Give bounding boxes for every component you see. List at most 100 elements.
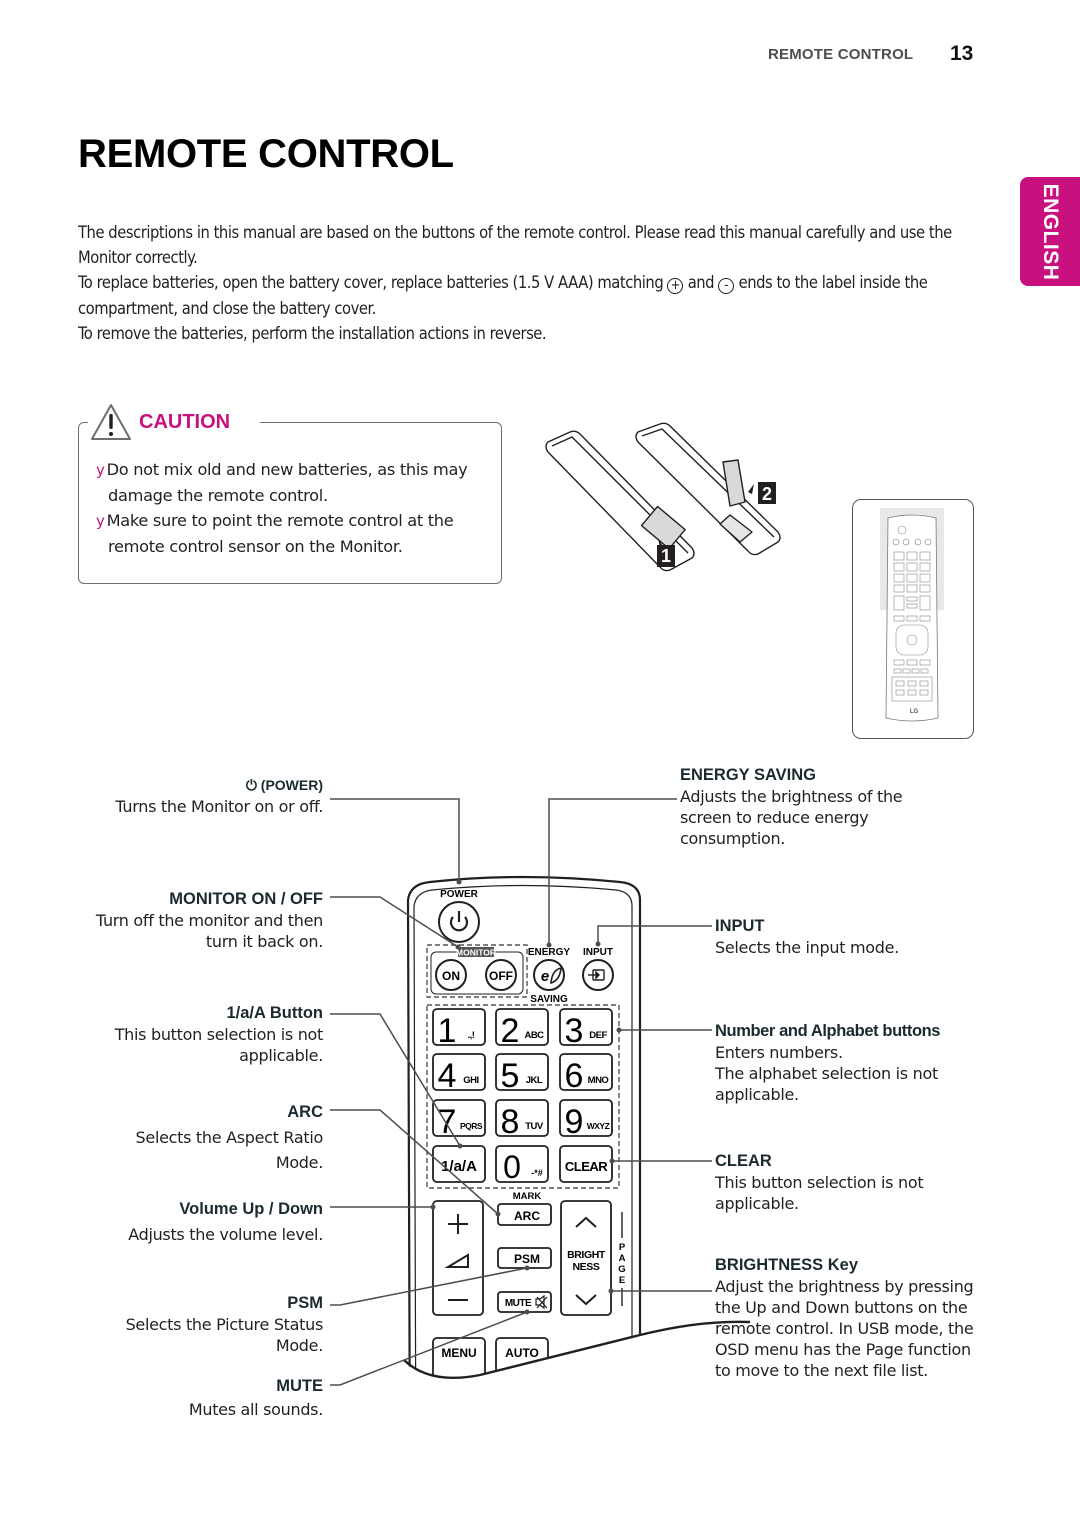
callout-title: Volume Up / Down <box>179 1200 323 1218</box>
clear-button-label: CLEAR <box>565 1159 608 1174</box>
battery-replacement-illustration: 1 2 <box>545 422 781 572</box>
key-digit: 9 <box>565 1103 584 1141</box>
callout-monitor-on-off: MONITOR ON / OFF Turn off the monitor an… <box>73 889 323 952</box>
step-badge-1: 1 <box>657 545 675 567</box>
callout-desc: Mutes all sounds. <box>188 1400 323 1419</box>
page-label-letter: P <box>619 1242 626 1253</box>
lg-logo: LG <box>910 709 919 715</box>
monitor-on-label: ON <box>442 969 460 983</box>
callout-desc: Adjust the brightness by pressing the Up… <box>715 1277 974 1380</box>
energy-saving-sub-label: SAVING <box>530 994 568 1005</box>
key-digit: 1 <box>438 1012 457 1050</box>
caution-item: y Do not mix old and new batteries, as th… <box>96 457 496 508</box>
caution-list: y Do not mix old and new batteries, as th… <box>96 457 496 559</box>
callout-desc: Enters numbers. <box>715 1043 843 1062</box>
key-letters: .,! <box>468 1030 475 1041</box>
remote-control-diagram: POWER MONITOR ON OFF ENERGY e SAVING INP… <box>330 798 750 1386</box>
key-digit: 4 <box>438 1057 457 1095</box>
auto-button-label: AUTO <box>505 1346 539 1360</box>
running-header-title: REMOTE CONTROL <box>768 46 914 63</box>
bullet-icon: y <box>96 461 105 479</box>
key-letters: WXYZ <box>587 1121 610 1131</box>
input-button-label: INPUT <box>583 947 613 958</box>
intro-paragraph-1: The descriptions in this manual are base… <box>78 223 952 268</box>
caution-label: CAUTION <box>139 411 231 433</box>
callout-volume: Volume Up / Down Adjusts the volume leve… <box>73 1197 323 1247</box>
intro-paragraph-3: To remove the batteries, perform the ins… <box>78 323 547 343</box>
callout-title: INPUT <box>715 917 765 935</box>
key-digit: 3 <box>565 1012 584 1050</box>
psm-button-label: PSM <box>514 1252 540 1266</box>
callout-desc: Turns the Monitor on or off. <box>115 797 323 816</box>
language-tab: ENGLISH <box>1020 177 1080 286</box>
mute-button-label: MUTE <box>505 1298 532 1309</box>
callout-mute: MUTE Mutes all sounds. <box>73 1375 323 1421</box>
intro-paragraph-2: To replace batteries, open the battery c… <box>78 270 968 320</box>
callout-desc: Adjusts the volume level. <box>128 1225 323 1244</box>
minus-terminal-icon: - <box>718 278 735 295</box>
mark-label: MARK <box>513 1191 542 1202</box>
intro-p2-mid: and <box>683 273 719 293</box>
callout-title: 1/a/A Button <box>226 1004 323 1022</box>
key-letters: GHI <box>463 1075 478 1086</box>
power-icon: ⏻ <box>245 777 257 793</box>
callout-title: MUTE <box>276 1377 323 1395</box>
number-keypad: 1.,! 2 ABC 3 DEF4 GHI 5 JKL 6 MNO7 PQRS 8 TUV 9 WXYZ <box>432 1008 613 1141</box>
callout-desc: Turn off the monitor and then turn it ba… <box>95 911 323 951</box>
power-button-label: POWER <box>440 889 479 900</box>
callout-desc: Selects the Picture Status Mode. <box>125 1315 324 1355</box>
callout-1aA: 1/a/A Button This button selection is no… <box>73 1003 324 1066</box>
menu-button-label: MENU <box>441 1346 476 1360</box>
key-letters: ABC <box>524 1030 544 1041</box>
monitor-group-label: MONITOR <box>456 948 496 958</box>
callout-desc: Selects the input mode. <box>715 938 899 957</box>
callout-brightness: BRIGHTNESS Key Adjust the brightness by … <box>715 1255 985 1381</box>
key-digit: 5 <box>501 1057 520 1095</box>
intro-text: The descriptions in this manual are base… <box>78 220 968 346</box>
key-0-letters: -*# <box>531 1168 543 1178</box>
step-2-label: 2 <box>762 484 772 504</box>
callout-number-alphabet: Number and Alphabet buttons Enters numbe… <box>715 1021 980 1105</box>
key-letters: MNO <box>588 1075 609 1086</box>
callout-desc: The alphabet selection is not applicable… <box>715 1064 938 1104</box>
callout-desc: Selects the Aspect Ratio Mode. <box>135 1128 324 1172</box>
callout-title: ARC <box>287 1103 323 1121</box>
callout-power: ⏻ (POWER) Turns the Monitor on or off. <box>73 775 323 817</box>
brightness-label-1: BRIGHT <box>567 1249 606 1261</box>
callout-title: CLEAR <box>715 1152 772 1170</box>
arrow-icon <box>748 484 754 494</box>
callout-input: INPUT Selects the input mode. <box>715 916 985 958</box>
page-label-letter: A <box>619 1253 626 1264</box>
key-letters: PQRS <box>460 1121 483 1131</box>
callout-clear: CLEAR This button selection is not appli… <box>715 1151 985 1214</box>
caution-item: y Make sure to point the remote control a… <box>96 508 496 559</box>
callout-desc: This button selection is not applicable. <box>715 1173 924 1213</box>
callout-title: ⏻ (POWER) <box>73 775 323 796</box>
mode-1aA-label: 1/a/A <box>441 1158 477 1175</box>
callout-title: MONITOR ON / OFF <box>169 890 323 908</box>
callout-title: PSM <box>287 1294 323 1312</box>
energy-saving-label: ENERGY <box>528 947 571 958</box>
page-label-letter: E <box>619 1275 625 1286</box>
page-vertical-label: PAGE <box>618 1242 626 1286</box>
arc-button-label: ARC <box>514 1209 540 1223</box>
mini-remote-overview: LG <box>880 508 944 722</box>
bullet-icon: y <box>96 512 105 530</box>
key-digit: 2 <box>501 1012 520 1050</box>
page-title: REMOTE CONTROL <box>78 132 454 176</box>
brightness-label-2: NESS <box>573 1261 600 1273</box>
plus-terminal-icon: + <box>667 278 684 295</box>
caution-item-text: Do not mix old and new batteries, as thi… <box>106 460 468 505</box>
key-0-digit: 0 <box>503 1149 521 1185</box>
key-letters: JKL <box>526 1075 543 1086</box>
key-digit: 6 <box>565 1057 584 1095</box>
callout-title: Number and Alphabet buttons <box>715 1022 941 1040</box>
key-letters: DEF <box>589 1030 607 1041</box>
page-label-letter: G <box>618 1264 625 1275</box>
callout-desc: This button selection is not applicable. <box>114 1025 324 1065</box>
key-letters: TUV <box>525 1121 544 1132</box>
step-badge-2: 2 <box>758 482 776 504</box>
leaf-icon: e <box>541 968 549 985</box>
callout-psm: PSM Selects the Picture Status Mode. <box>73 1293 324 1356</box>
callout-arc: ARC Selects the Aspect Ratio Mode. <box>73 1100 324 1175</box>
